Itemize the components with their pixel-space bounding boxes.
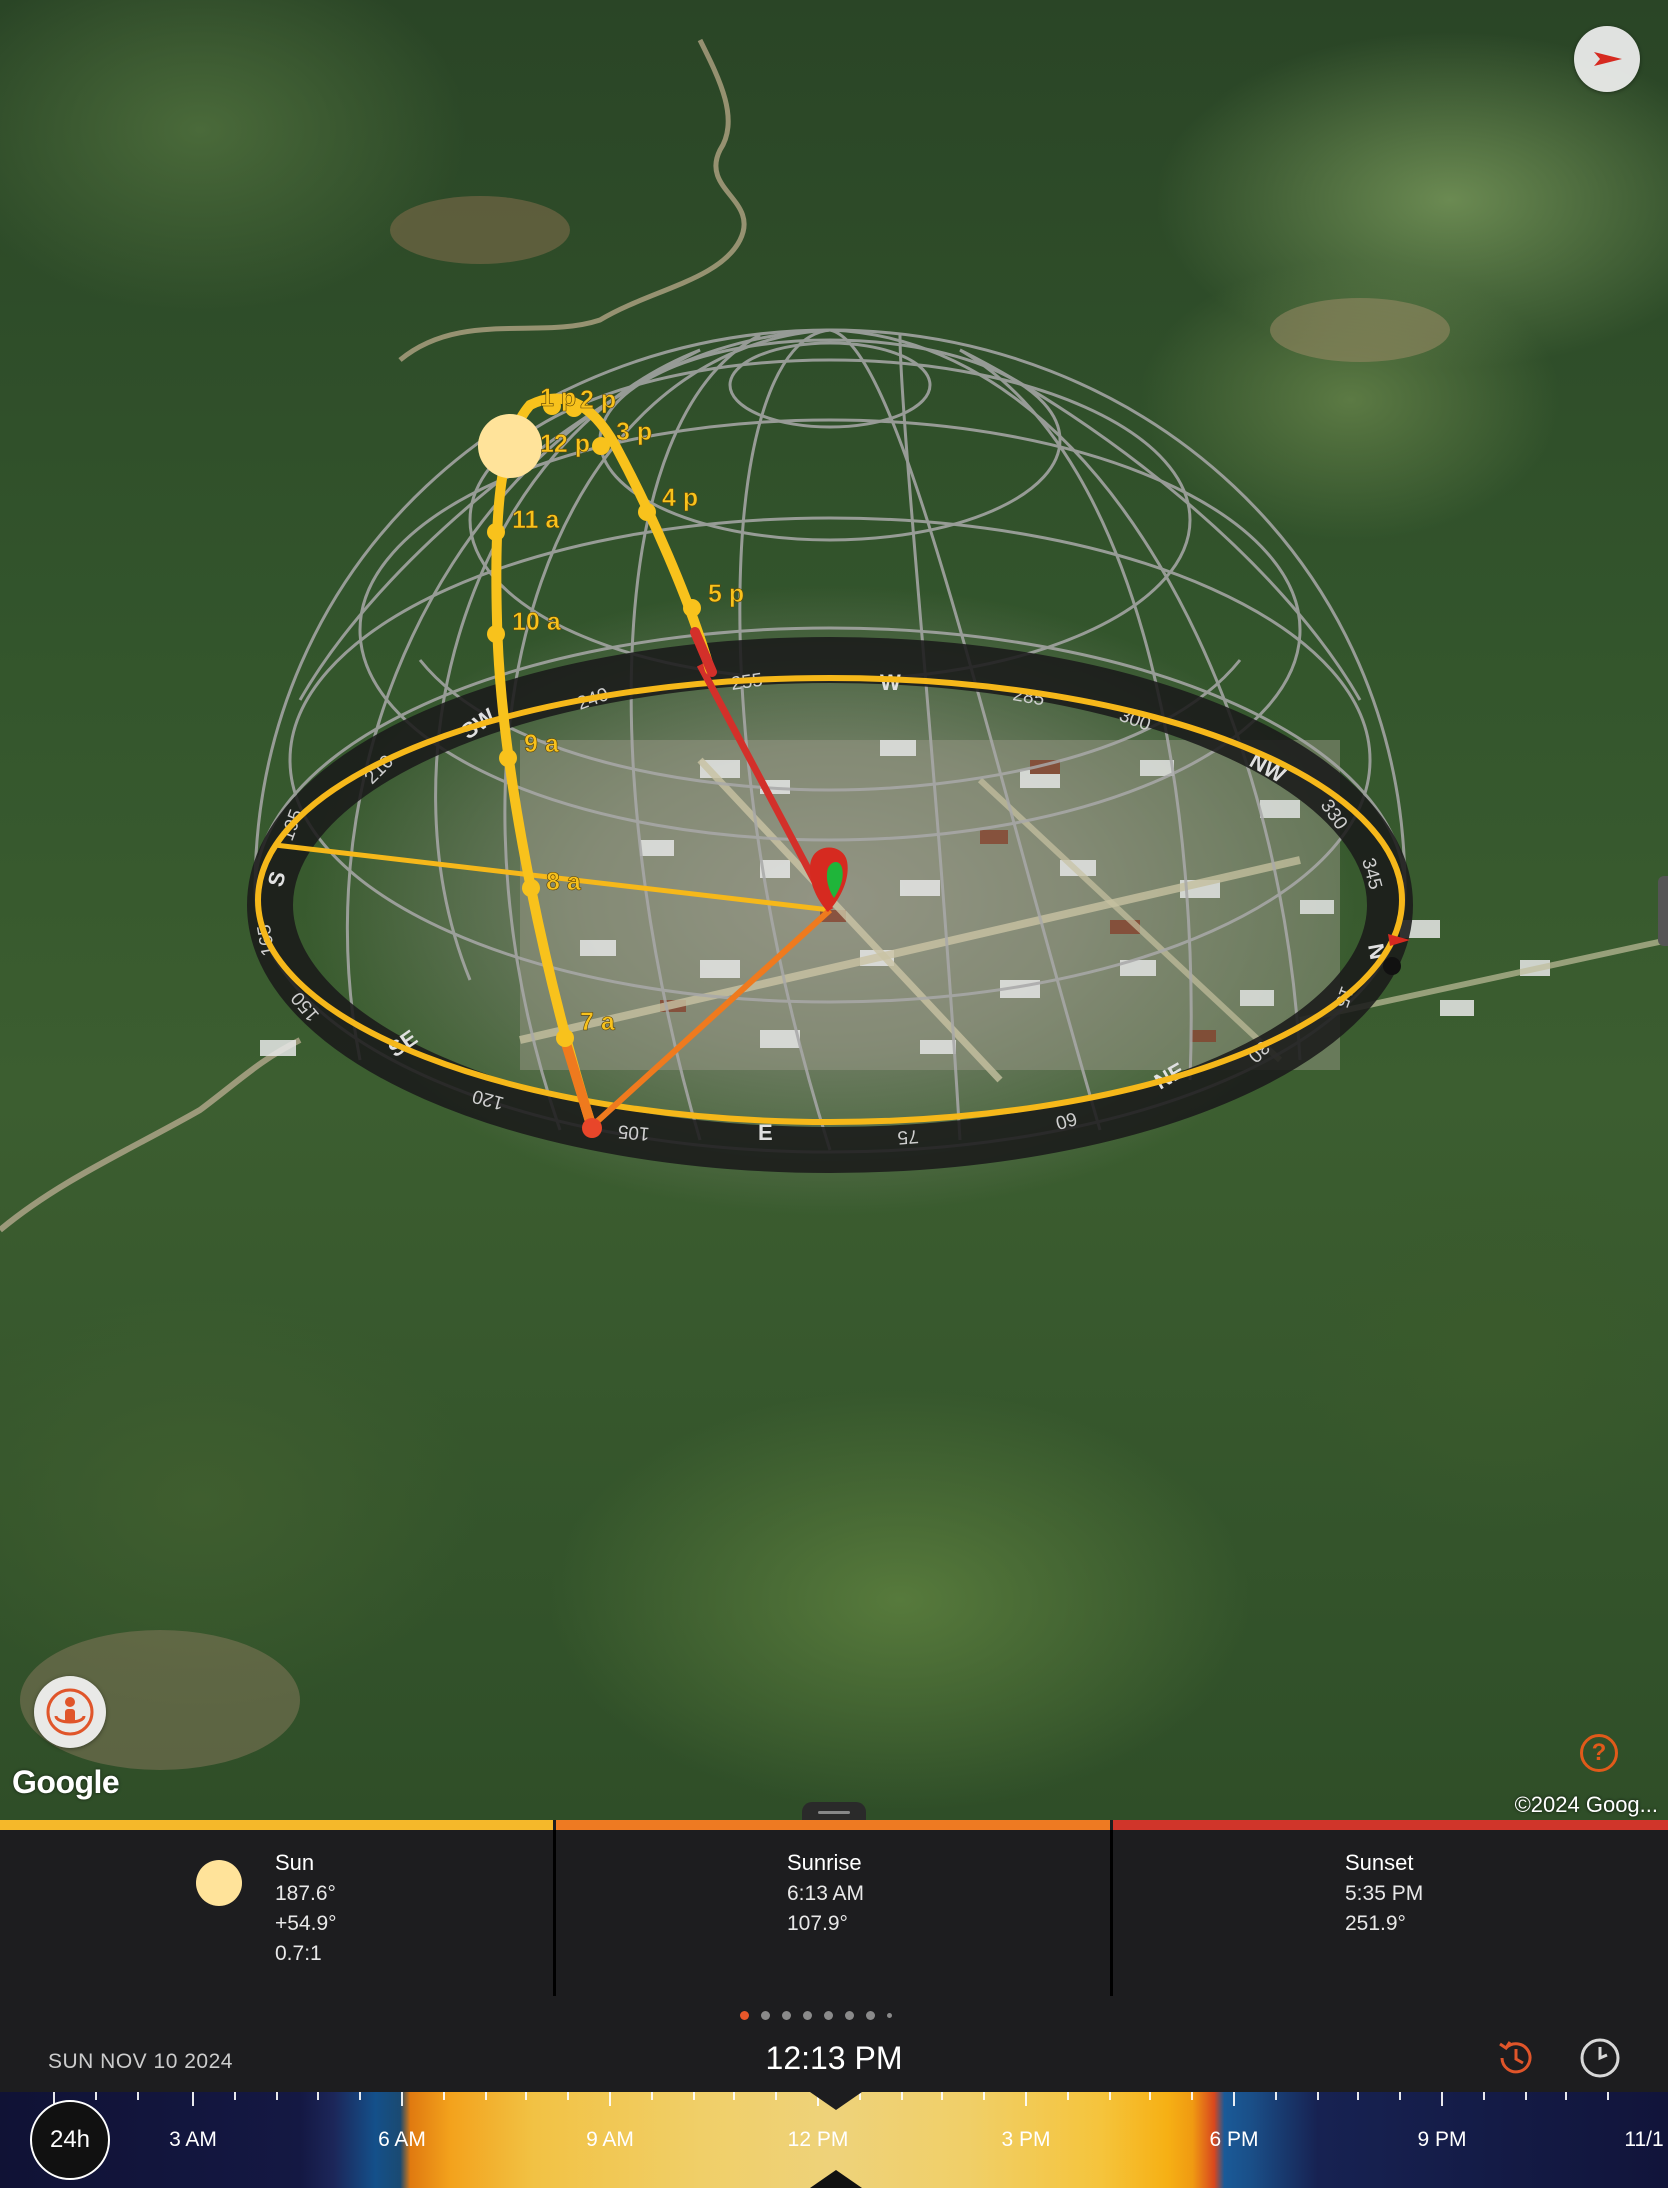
sun-title: Sun [275,1850,315,1875]
page-indicator[interactable] [740,2008,892,2022]
timeline-label: 6 PM [1209,2128,1259,2151]
map-view[interactable]: S SE E NE N NW W SW 240 210 195 165 150 … [0,0,1668,1820]
page-dot[interactable] [803,2010,812,2020]
page-dot[interactable] [866,2010,875,2020]
24h-mode-button[interactable]: 24h [30,2100,110,2180]
compass-label: 75 [897,1125,920,1148]
timeline-label: 9 PM [1417,2128,1467,2151]
timeline-scrubber[interactable]: 24h 3 AM 6 AM 9 AM 12 PM 3 PM 6 PM 9 PM … [0,2092,1668,2188]
info-panel: Sun 187.6° +54.9° 0.7:1 Sunrise 6:13 AM … [0,1820,1668,2004]
hour-label: 12 p [540,430,590,458]
timeline-label: 12 PM [787,2128,849,2151]
page-dot[interactable] [887,2012,892,2018]
page-dot[interactable] [845,2010,854,2020]
sunset-panel[interactable]: Sunset 5:35 PM 251.9° [1113,1830,1668,1996]
sunset-time: 5:35 PM [1345,1882,1424,1905]
clock-icon[interactable] [1578,2036,1622,2085]
sun-color-bar [0,1820,553,1830]
hour-label: 8 a [546,868,582,896]
sun-marker[interactable] [478,414,542,478]
hour-label: 11 a [512,506,560,534]
hour-label: 2 p [580,386,616,414]
timeline-label: 6 AM [378,2128,426,2151]
sun-azimuth: 187.6° [275,1882,336,1905]
sun-icon [196,1860,242,1906]
drawer-handle[interactable] [802,1802,866,1820]
current-time-pointer-bottom [810,2170,862,2188]
timeline-label: 3 AM [169,2128,217,2151]
current-time-pointer [810,2092,862,2110]
hour-label: 1 p [540,384,576,412]
sunset-title: Sunset [1345,1850,1414,1875]
sunset-color-bar [1113,1820,1668,1830]
side-panel-tab[interactable] [1658,876,1668,946]
page-dot[interactable] [740,2010,749,2020]
street-view-button[interactable] [34,1676,106,1748]
compass-direction-icon [1594,52,1622,66]
sunrise-color-bar [556,1820,1110,1830]
sun-elevation: +54.9° [275,1912,337,1935]
hour-label: 9 a [524,730,560,758]
sun-shadow-ratio: 0.7:1 [275,1942,322,1965]
help-icon[interactable]: ? [1580,1734,1618,1772]
sunrise-panel[interactable]: Sunrise 6:13 AM 107.9° [556,1830,1110,1996]
date-time-bar: SUN NOV 10 2024 12:13 PM [0,1996,1668,2092]
timeline-label: 9 AM [586,2128,634,2151]
time-label[interactable]: 12:13 PM [0,2040,1668,2077]
sun-path-overlay: S SE E NE N NW W SW 240 210 195 165 150 … [0,38,1668,1770]
timeline-label: 3 PM [1001,2128,1051,2151]
hour-label: 3 p [616,418,652,446]
street-view-person-icon [46,1688,94,1736]
sunrise-time: 6:13 AM [787,1882,865,1905]
sunrise-title: Sunrise [787,1850,862,1875]
history-clock-icon[interactable] [1494,2036,1538,2085]
sunset-azimuth: 251.9° [1345,1912,1406,1935]
page-dot[interactable] [824,2010,833,2020]
sunrise-azimuth: 107.9° [787,1912,848,1935]
hour-label: 7 a [580,1008,616,1036]
compass-direction-button[interactable] [1574,26,1640,92]
hour-label: 4 p [662,484,698,512]
hour-label: 5 p [708,580,744,608]
google-logo: Google [12,1764,120,1800]
map-copyright: ©2024 Goog... [1514,1792,1658,1817]
hour-label: 10 a [512,608,562,636]
page-dot[interactable] [782,2010,791,2020]
compass-label: 105 [617,1120,650,1144]
sun-panel[interactable]: Sun 187.6° +54.9° 0.7:1 [0,1830,553,1996]
page-dot[interactable] [761,2010,770,2020]
timeline-label: 11/1 [1624,2128,1664,2151]
